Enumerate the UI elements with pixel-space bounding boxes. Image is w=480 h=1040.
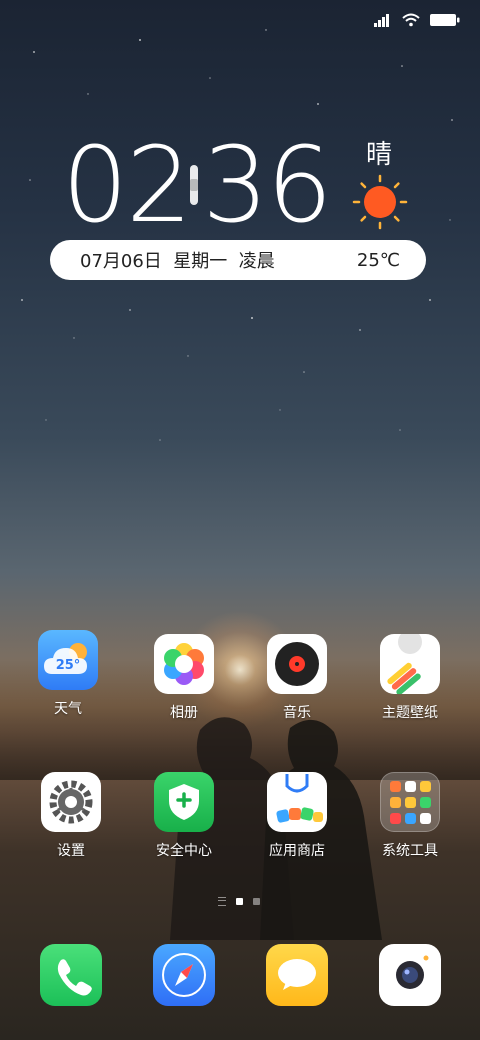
- home-list-indicator: [218, 897, 226, 906]
- clock-separator: [190, 165, 198, 205]
- app-store[interactable]: 应用商店: [252, 772, 342, 860]
- camera-icon: [396, 955, 429, 989]
- temperature-text: 25℃: [356, 249, 400, 271]
- browser-icon: [162, 953, 206, 997]
- app-label: 主题壁纸: [382, 705, 438, 721]
- page-dot: [253, 898, 260, 905]
- app-label: 音乐: [283, 705, 311, 721]
- app-label: 应用商店: [269, 843, 325, 859]
- folder-system-tools[interactable]: 系统工具: [365, 772, 455, 860]
- app-gallery[interactable]: 相册: [139, 634, 229, 722]
- app-label: 相册: [170, 705, 198, 721]
- security-app-icon: [154, 772, 214, 832]
- app-music[interactable]: 音乐: [252, 634, 342, 722]
- phone-icon: [57, 959, 92, 996]
- app-label: 系统工具: [382, 843, 438, 859]
- music-app-icon: [267, 634, 327, 694]
- messages-icon: [278, 959, 316, 990]
- page-indicator[interactable]: [218, 897, 260, 906]
- app-themes[interactable]: 主题壁纸: [365, 634, 455, 722]
- clock-hours: 02: [62, 124, 192, 246]
- dock-phone[interactable]: [40, 944, 102, 1006]
- wifi-icon: [402, 13, 420, 27]
- date-text: 07月06日 星期一 凌晨: [80, 251, 275, 272]
- system-tools-folder-icon: [380, 772, 440, 832]
- app-label: 设置: [57, 843, 85, 859]
- battery-icon: [430, 14, 460, 26]
- gallery-app-icon: [154, 634, 214, 694]
- app-store-icon: [267, 772, 327, 832]
- dock-camera[interactable]: [379, 944, 441, 1006]
- dock-messages[interactable]: [266, 944, 328, 1006]
- signal-icon: [374, 14, 389, 27]
- app-security[interactable]: 安全中心: [139, 772, 229, 860]
- weather-condition[interactable]: 晴: [366, 134, 392, 171]
- app-weather[interactable]: 25° 天气: [23, 630, 113, 718]
- app-label: 安全中心: [156, 843, 212, 859]
- sun-icon[interactable]: [352, 174, 408, 230]
- clock-minutes: 36: [202, 124, 332, 246]
- app-settings[interactable]: 设置: [26, 772, 116, 860]
- page-dot-active: [236, 898, 243, 905]
- settings-app-icon: [41, 772, 101, 832]
- dock-browser[interactable]: [153, 944, 215, 1006]
- weather-app-icon: 25°: [38, 630, 98, 690]
- date-weather-bar[interactable]: 07月06日 星期一 凌晨 25℃: [50, 240, 426, 280]
- weather-app-badge: 25°: [55, 658, 81, 673]
- status-bar: [374, 10, 460, 30]
- app-label: 天气: [54, 701, 82, 717]
- themes-app-icon: [380, 634, 440, 694]
